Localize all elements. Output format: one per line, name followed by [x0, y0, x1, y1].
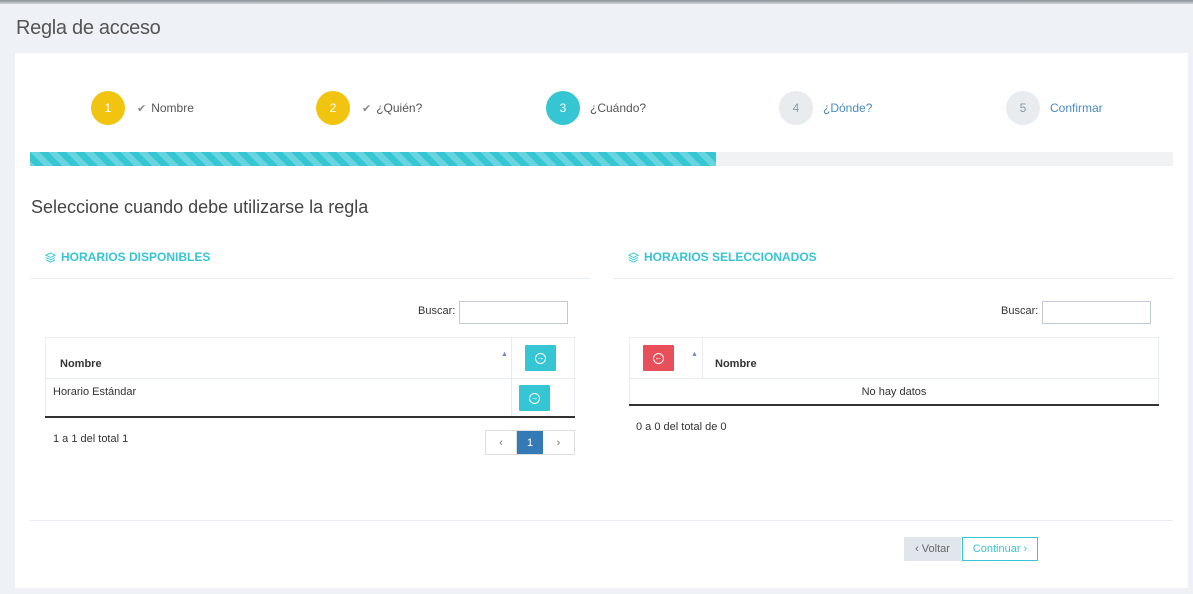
table-row-name: Horario Estándar: [53, 386, 137, 398]
available-search-input[interactable]: [459, 301, 568, 324]
selected-table-info: 0 a 0 del total de 0: [636, 421, 727, 433]
available-pagination: ‹ 1 ›: [485, 430, 575, 455]
arrow-left-circle-icon: ←: [653, 352, 664, 364]
wizard-progress-fill: [30, 152, 716, 166]
back-button[interactable]: ‹ Voltar: [904, 537, 961, 561]
check-icon: ✔: [362, 102, 372, 115]
selected-column-nombre[interactable]: Nombre: [715, 358, 757, 370]
step-2[interactable]: 2 ✔ ¿Quién?: [316, 91, 422, 125]
column-divider: [702, 337, 703, 378]
step-5[interactable]: 5 Confirmar: [1006, 91, 1103, 125]
page-title: Regla de acceso: [16, 17, 161, 39]
available-table: [45, 337, 575, 417]
step-4-number: 4: [779, 91, 813, 125]
step-4-label: ¿Dónde?: [823, 101, 873, 115]
selected-search-label: Buscar:: [1001, 305, 1039, 317]
wizard-panel: 1 ✔ Nombre 2 ✔ ¿Quién? 3 ¿Cuándo? 4 ¿Dónde…: [15, 53, 1188, 588]
arrow-right-circle-icon: →: [529, 392, 540, 404]
layers-icon: [45, 251, 56, 263]
continue-button[interactable]: Continuar ›: [962, 537, 1038, 561]
sort-asc-icon[interactable]: ▲: [691, 351, 698, 358]
table-header-divider: [45, 378, 575, 379]
add-all-button[interactable]: →: [525, 345, 556, 371]
table-bottom-border: [45, 416, 575, 418]
footer-divider: [30, 520, 1173, 521]
selected-title-text: HORARIOS SELECCIONADOS: [644, 250, 817, 264]
layers-icon: [628, 251, 639, 263]
empty-table-message: No hay datos: [861, 386, 927, 398]
step-3[interactable]: 3 ¿Cuándo?: [546, 91, 646, 125]
pager-next[interactable]: ›: [543, 431, 574, 454]
sort-asc-icon[interactable]: ▲: [501, 351, 508, 358]
selected-search-input[interactable]: [1042, 301, 1151, 324]
step-2-number: 2: [316, 91, 350, 125]
available-search-label: Buscar:: [418, 305, 456, 317]
pager-prev[interactable]: ‹: [486, 431, 517, 454]
table-bottom-border: [629, 404, 1159, 406]
wizard-progress-bar: [30, 152, 1173, 166]
table-header-divider: [629, 378, 1159, 379]
available-title-text: HORARIOS DISPONIBLES: [61, 250, 211, 264]
step-3-label: ¿Cuándo?: [590, 101, 647, 115]
step-5-label: Confirmar: [1050, 101, 1103, 115]
available-box-title: HORARIOS DISPONIBLES: [45, 250, 210, 264]
add-row-button[interactable]: →: [519, 385, 550, 411]
pager-page-1[interactable]: 1: [517, 431, 543, 454]
available-column-nombre[interactable]: Nombre: [60, 358, 102, 370]
available-table-info: 1 a 1 del total 1: [53, 433, 129, 445]
top-shadow-bar: [0, 0, 1193, 4]
divider: [613, 278, 1173, 279]
step-1[interactable]: 1 ✔ Nombre: [91, 91, 194, 125]
section-subtitle: Seleccione cuando debe utilizarse la reg…: [31, 197, 369, 217]
step-1-label: Nombre: [151, 101, 194, 115]
divider: [30, 278, 590, 279]
step-5-number: 5: [1006, 91, 1040, 125]
step-3-number: 3: [546, 91, 580, 125]
selected-box-title: HORARIOS SELECCIONADOS: [628, 250, 817, 264]
arrow-right-circle-icon: →: [535, 352, 546, 364]
step-1-number: 1: [91, 91, 125, 125]
remove-all-button[interactable]: ←: [643, 345, 674, 371]
check-icon: ✔: [137, 102, 147, 115]
column-divider: [511, 337, 512, 417]
step-2-label: ¿Quién?: [376, 101, 423, 115]
step-4[interactable]: 4 ¿Dónde?: [779, 91, 872, 125]
